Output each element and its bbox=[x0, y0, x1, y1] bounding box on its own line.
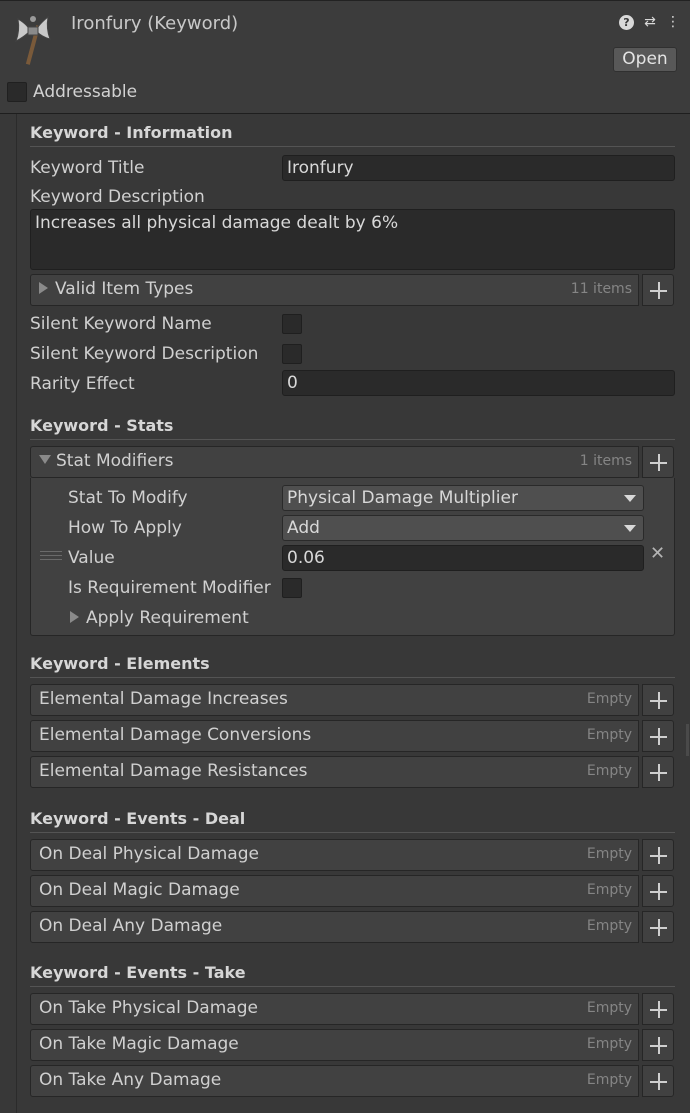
add-on-take-physical-damage-button[interactable] bbox=[642, 993, 674, 1025]
keyword-title-field[interactable]: Ironfury bbox=[282, 155, 675, 181]
addressable-row: Addressable bbox=[7, 81, 137, 103]
silent-keyword-name-label: Silent Keyword Name bbox=[30, 314, 212, 334]
how-to-apply-dropdown[interactable]: Add bbox=[282, 515, 644, 541]
on-take-any-damage-list[interactable]: On Take Any Damage Empty bbox=[30, 1065, 639, 1097]
valid-item-types-list[interactable]: Valid Item Types 11 items bbox=[30, 274, 639, 306]
list-count: Empty bbox=[586, 846, 632, 862]
scrollbar-thumb[interactable] bbox=[686, 724, 689, 756]
add-on-deal-magic-damage-button[interactable] bbox=[642, 875, 674, 907]
apply-requirement-foldout[interactable]: Apply Requirement bbox=[70, 608, 249, 628]
list-count: Empty bbox=[586, 1000, 632, 1016]
more-options-icon[interactable]: ⋮ bbox=[666, 14, 680, 30]
list-label: On Deal Magic Damage bbox=[39, 880, 240, 900]
silent-keyword-name-checkbox[interactable] bbox=[282, 314, 302, 334]
addressable-checkbox[interactable] bbox=[7, 82, 27, 102]
list-label: On Take Magic Damage bbox=[39, 1034, 239, 1054]
section-title-information: Keyword - Information bbox=[30, 123, 233, 142]
section-divider bbox=[30, 677, 675, 678]
indent-guide bbox=[16, 114, 17, 1113]
list-label: Elemental Damage Resistances bbox=[39, 761, 308, 781]
stat-to-modify-dropdown[interactable]: Physical Damage Multiplier bbox=[282, 485, 644, 511]
value-label: Value bbox=[68, 548, 115, 568]
drag-handle-icon[interactable] bbox=[40, 551, 62, 563]
stat-modifiers-foldout[interactable]: Stat Modifiers bbox=[39, 451, 174, 471]
battle-axe-icon bbox=[15, 15, 51, 65]
addressable-label: Addressable bbox=[33, 82, 138, 102]
rarity-effect-label: Rarity Effect bbox=[30, 374, 135, 394]
list-count: Empty bbox=[586, 918, 632, 934]
stat-to-modify-label: Stat To Modify bbox=[68, 488, 188, 508]
silent-keyword-description-checkbox[interactable] bbox=[282, 344, 302, 364]
apply-requirement-label: Apply Requirement bbox=[86, 608, 249, 628]
list-count: Empty bbox=[586, 882, 632, 898]
on-take-magic-damage-list[interactable]: On Take Magic Damage Empty bbox=[30, 1029, 639, 1061]
elemental-damage-conversions-list[interactable]: Elemental Damage Conversions Empty bbox=[30, 720, 639, 752]
list-label: On Take Physical Damage bbox=[39, 998, 258, 1018]
list-label: On Deal Physical Damage bbox=[39, 844, 259, 864]
list-count: 1 items bbox=[579, 453, 632, 469]
header-icons: ? ⇄ ⋮ bbox=[619, 14, 680, 30]
list-label: Elemental Damage Conversions bbox=[39, 725, 312, 745]
valid-item-types-label: Valid Item Types bbox=[55, 279, 194, 299]
section-title-elements: Keyword - Elements bbox=[30, 654, 210, 673]
list-label: Elemental Damage Increases bbox=[39, 689, 288, 709]
collapse-arrow-icon bbox=[39, 455, 51, 464]
section-title-stats: Keyword - Stats bbox=[30, 416, 174, 435]
add-elemental-damage-resistance-button[interactable] bbox=[642, 756, 674, 788]
section-divider bbox=[30, 832, 675, 833]
list-count: Empty bbox=[586, 691, 632, 707]
stat-modifiers-list[interactable]: Stat Modifiers 1 items bbox=[30, 446, 639, 478]
valid-item-types-foldout[interactable]: Valid Item Types bbox=[39, 279, 193, 299]
list-count: Empty bbox=[586, 727, 632, 743]
expand-arrow-icon bbox=[39, 282, 48, 294]
section-title-events-deal: Keyword - Events - Deal bbox=[30, 809, 246, 828]
value-field[interactable]: 0.06 bbox=[282, 545, 644, 571]
list-count: 11 items bbox=[570, 281, 632, 297]
add-elemental-damage-conversion-button[interactable] bbox=[642, 720, 674, 752]
keyword-title-label: Keyword Title bbox=[30, 158, 145, 178]
keyword-description-label: Keyword Description bbox=[30, 187, 205, 207]
rarity-effect-field[interactable]: 0 bbox=[282, 370, 675, 396]
add-on-take-magic-damage-button[interactable] bbox=[642, 1029, 674, 1061]
asset-title: Ironfury (Keyword) bbox=[71, 13, 239, 34]
on-take-physical-damage-list[interactable]: On Take Physical Damage Empty bbox=[30, 993, 639, 1025]
add-elemental-damage-increase-button[interactable] bbox=[642, 684, 674, 716]
add-valid-item-type-button[interactable] bbox=[642, 274, 674, 306]
on-deal-any-damage-list[interactable]: On Deal Any Damage Empty bbox=[30, 911, 639, 943]
is-requirement-modifier-label: Is Requirement Modifier bbox=[68, 578, 271, 598]
help-icon[interactable]: ? bbox=[619, 14, 634, 30]
silent-keyword-description-label: Silent Keyword Description bbox=[30, 344, 259, 364]
expand-arrow-icon bbox=[70, 611, 79, 623]
keyword-description-field[interactable]: Increases all physical damage dealt by 6… bbox=[30, 209, 675, 270]
inspector-header: Ironfury (Keyword) ? ⇄ ⋮ Open Addressabl… bbox=[0, 0, 690, 114]
on-deal-physical-damage-list[interactable]: On Deal Physical Damage Empty bbox=[30, 839, 639, 871]
section-divider bbox=[30, 986, 675, 987]
section-divider bbox=[30, 439, 675, 440]
add-stat-modifier-button[interactable] bbox=[642, 446, 674, 478]
list-count: Empty bbox=[586, 763, 632, 779]
elemental-damage-resistances-list[interactable]: Elemental Damage Resistances Empty bbox=[30, 756, 639, 788]
elemental-damage-increases-list[interactable]: Elemental Damage Increases Empty bbox=[30, 684, 639, 716]
is-requirement-modifier-checkbox[interactable] bbox=[282, 578, 302, 598]
open-button[interactable]: Open bbox=[613, 47, 677, 72]
remove-element-icon[interactable]: ✕ bbox=[650, 543, 665, 564]
add-on-deal-physical-damage-button[interactable] bbox=[642, 839, 674, 871]
section-title-events-take: Keyword - Events - Take bbox=[30, 963, 246, 982]
list-label: On Deal Any Damage bbox=[39, 916, 223, 936]
how-to-apply-label: How To Apply bbox=[68, 518, 182, 538]
list-label: On Take Any Damage bbox=[39, 1070, 222, 1090]
stat-modifiers-label: Stat Modifiers bbox=[56, 451, 174, 471]
add-on-take-any-damage-button[interactable] bbox=[642, 1065, 674, 1097]
add-on-deal-any-damage-button[interactable] bbox=[642, 911, 674, 943]
inspector-body: Keyword - Information Keyword Title Iron… bbox=[0, 114, 690, 1113]
section-divider bbox=[30, 146, 675, 147]
list-count: Empty bbox=[586, 1072, 632, 1088]
on-deal-magic-damage-list[interactable]: On Deal Magic Damage Empty bbox=[30, 875, 639, 907]
settings-sliders-icon[interactable]: ⇄ bbox=[643, 14, 657, 30]
list-count: Empty bbox=[586, 1036, 632, 1052]
